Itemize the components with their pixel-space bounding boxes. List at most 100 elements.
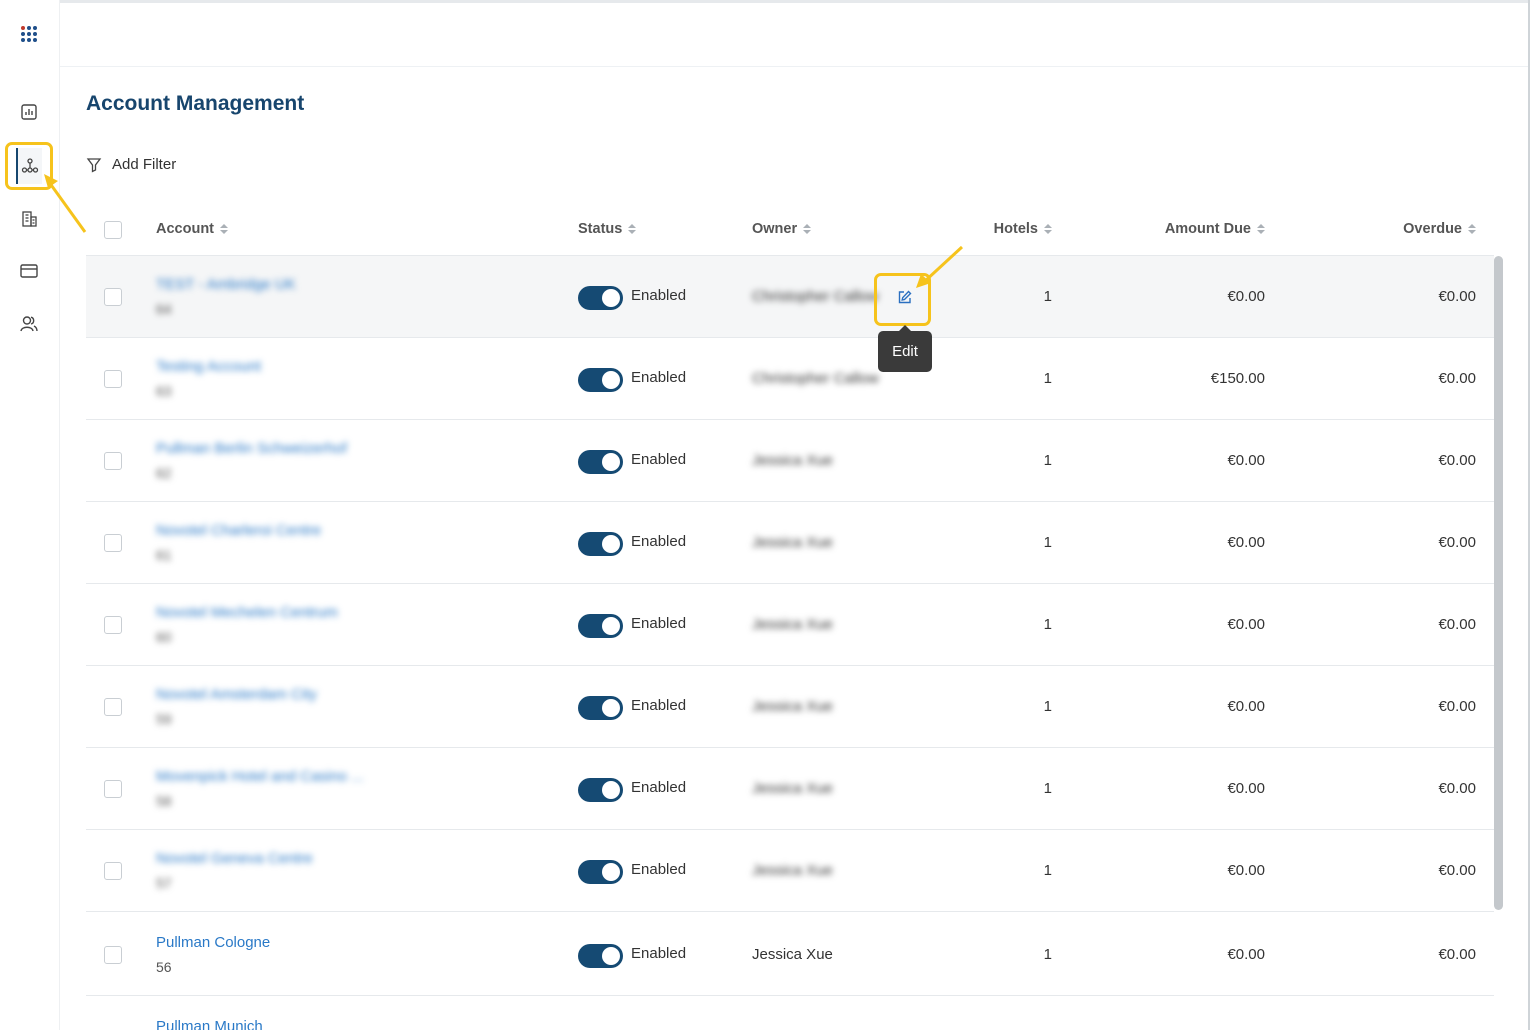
row-checkbox[interactable] [104,780,122,798]
account-name-link[interactable]: Pullman Munich [156,1018,263,1030]
table-header: Account Status Owner Hotels Amount Due O… [86,206,1494,256]
edit-tooltip: Edit [878,325,932,372]
row-checkbox[interactable] [104,288,122,306]
card-icon[interactable] [14,256,44,286]
overdue-amount: €0.00 [1438,288,1476,305]
status-label: Enabled [631,369,687,386]
table-row[interactable]: Movenpick Hotel and Casino ... 58 Enable… [86,748,1494,830]
add-filter-label: Add Filter [112,156,177,173]
row-checkbox[interactable] [104,370,122,388]
account-id: 62 [156,465,172,481]
owner-name: Jessica Xue [752,452,833,469]
table-row[interactable]: Novotel Mechelen Centrum 60 Enabled Jess… [86,584,1494,666]
header-bar [60,3,1528,67]
table-row[interactable]: TEST - Ambridge UK 64 Enabled Christophe… [86,256,1494,338]
owner-name: Jessica Xue [752,780,833,797]
status-toggle[interactable] [578,532,623,556]
column-account[interactable]: Account [156,221,228,237]
amount-due: €0.00 [1227,946,1265,963]
account-name-link[interactable]: Novotel Amsterdam City [156,686,317,703]
account-name-link[interactable]: Pullman Cologne [156,934,270,951]
account-id: 60 [156,629,172,645]
amount-due: €0.00 [1227,288,1265,305]
status-label: Enabled [631,861,687,878]
table-row[interactable]: Pullman Cologne 56 Enabled Jessica Xue 1… [86,914,1494,996]
amount-due: €150.00 [1210,370,1265,387]
select-all-checkbox[interactable] [104,221,122,239]
amount-due: €0.00 [1227,780,1265,797]
owner-name: Christopher Callow [752,288,879,305]
row-checkbox[interactable] [104,862,122,880]
account-id: 63 [156,383,172,399]
overdue-amount: €0.00 [1438,862,1476,879]
status-toggle[interactable] [578,450,623,474]
sort-icon [803,224,812,234]
status-label: Enabled [631,945,687,962]
table-row[interactable]: Testing Account 63 Enabled Christopher C… [86,338,1494,420]
status-toggle[interactable] [578,860,623,884]
amount-due: €0.00 [1227,534,1265,551]
amount-due: €0.00 [1227,698,1265,715]
status-label: Enabled [631,697,687,714]
owner-name: Jessica Xue [752,698,833,715]
table-row[interactable]: Novotel Geneva Centre 57 Enabled Jessica… [86,830,1494,912]
hotels-count: 1 [1043,616,1052,633]
column-hotels[interactable]: Hotels [994,221,1052,237]
account-id: 56 [156,959,172,975]
account-name-link[interactable]: Testing Account [156,358,261,375]
account-name-link[interactable]: Novotel Mechelen Centrum [156,604,338,621]
row-checkbox[interactable] [104,946,122,964]
hierarchy-icon[interactable] [16,148,42,184]
account-name-link[interactable]: Movenpick Hotel and Casino ... [156,768,364,785]
row-checkbox[interactable] [104,616,122,634]
overdue-amount: €0.00 [1438,370,1476,387]
report-chart-icon[interactable] [14,97,44,127]
hotels-count: 1 [1043,698,1052,715]
owner-name: Christopher Callow [752,370,879,387]
table-row[interactable]: Pullman Berlin Schweizerhof 62 Enabled J… [86,420,1494,502]
account-name-link[interactable]: TEST - Ambridge UK [156,276,296,293]
overdue-amount: €0.00 [1438,946,1476,963]
overdue-amount: €0.00 [1438,452,1476,469]
table-scrollbar[interactable] [1494,256,1503,910]
column-owner[interactable]: Owner [752,221,812,237]
row-checkbox[interactable] [104,452,122,470]
users-icon[interactable] [14,309,44,339]
hotels-count: 1 [1043,780,1052,797]
table-row[interactable]: Novotel Charleroi Centre 61 Enabled Jess… [86,502,1494,584]
sort-icon [1257,224,1265,234]
status-label: Enabled [631,287,687,304]
hotels-count: 1 [1043,288,1052,305]
status-label: Enabled [631,615,687,632]
edit-icon [898,289,911,303]
status-toggle[interactable] [578,944,623,968]
account-id: 59 [156,711,172,727]
status-toggle[interactable] [578,286,623,310]
hotels-count: 1 [1043,534,1052,551]
account-name-link[interactable]: Novotel Charleroi Centre [156,522,321,539]
column-status[interactable]: Status [578,221,637,237]
column-amount-due[interactable]: Amount Due [1165,221,1265,237]
status-toggle[interactable] [578,614,623,638]
status-toggle[interactable] [578,696,623,720]
sidebar [0,0,60,1030]
row-checkbox[interactable] [104,698,122,716]
account-name-link[interactable]: Novotel Geneva Centre [156,850,313,867]
amount-due: €0.00 [1227,862,1265,879]
edit-owner-button[interactable] [894,287,914,307]
building-icon[interactable] [14,204,44,234]
amount-due: €0.00 [1227,452,1265,469]
row-checkbox[interactable] [104,534,122,552]
table-row[interactable]: Pullman Munich [86,998,1494,1030]
sort-icon [628,224,637,234]
status-label: Enabled [631,533,687,550]
account-id: 61 [156,547,172,563]
table-row[interactable]: Novotel Amsterdam City 59 Enabled Jessic… [86,666,1494,748]
sort-icon [220,224,228,234]
apps-grid-icon[interactable] [14,19,44,49]
account-name-link[interactable]: Pullman Berlin Schweizerhof [156,440,347,457]
status-toggle[interactable] [578,778,623,802]
status-toggle[interactable] [578,368,623,392]
add-filter-button[interactable]: Add Filter [86,156,176,173]
column-overdue[interactable]: Overdue [1403,221,1476,237]
